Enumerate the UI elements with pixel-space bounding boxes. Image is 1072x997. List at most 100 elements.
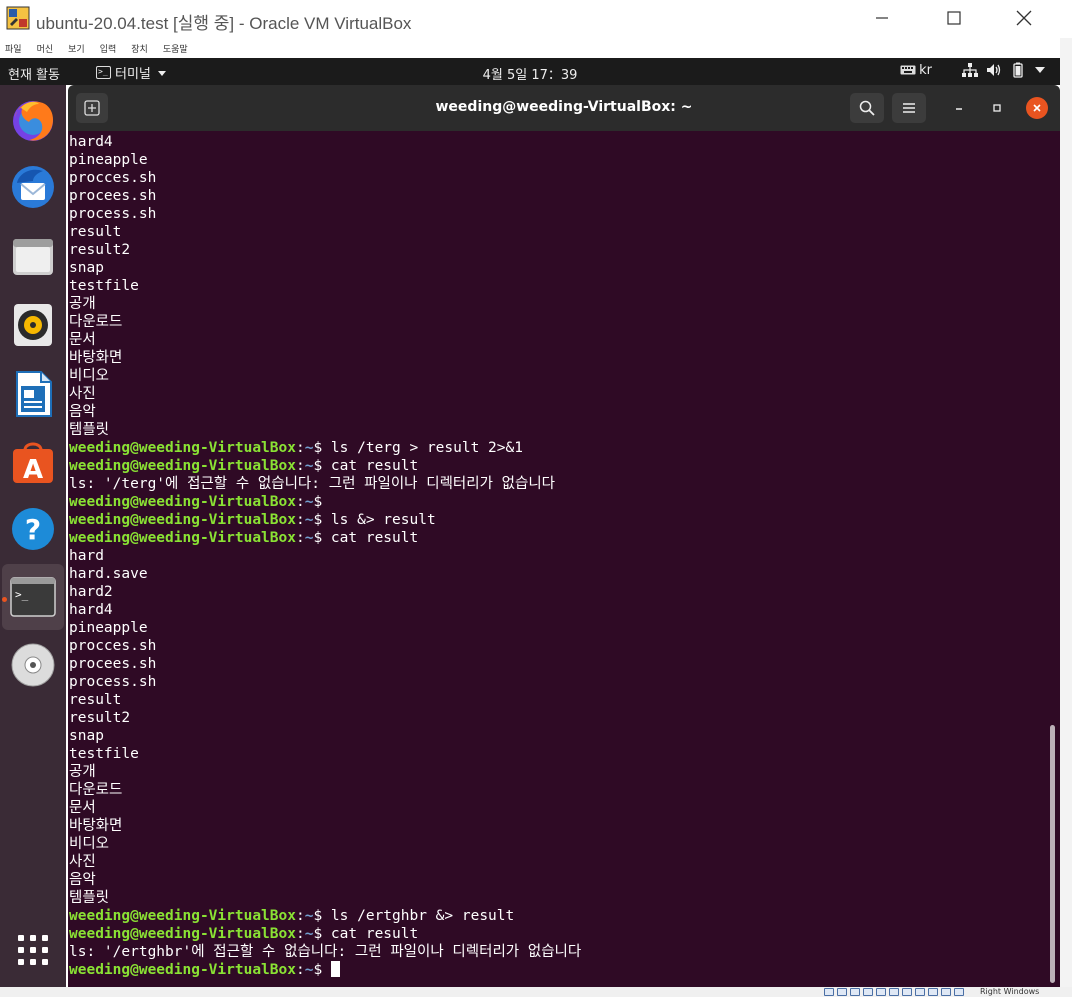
dock-rhythmbox[interactable] <box>0 292 66 358</box>
prompt-line: weeding@weeding-VirtualBox:~$ <box>69 493 1039 511</box>
output-line: 사진 <box>69 386 96 402</box>
dock-files[interactable] <box>0 224 66 290</box>
close-button[interactable] <box>994 0 1054 36</box>
prompt-separator: : <box>295 512 305 528</box>
cpu-status-icon[interactable] <box>928 988 938 996</box>
maximize-button[interactable] <box>924 0 984 36</box>
terminal-scrollbar[interactable] <box>1050 725 1055 983</box>
output-line: testfile <box>69 278 139 294</box>
host-window-edge <box>1060 38 1072 997</box>
dock-thunderbird[interactable] <box>0 154 66 220</box>
activities-button[interactable]: 현재 활동 <box>8 64 60 83</box>
search-button[interactable] <box>850 93 884 123</box>
show-applications-button[interactable] <box>0 917 66 983</box>
input-method-indicator[interactable]: kr <box>900 63 932 78</box>
terminal-minimize-button[interactable] <box>948 97 970 119</box>
audio-status-icon[interactable] <box>850 988 860 996</box>
clock[interactable]: 4월 5일 17：39 <box>483 68 578 83</box>
menu-input[interactable]: 입력 <box>100 42 117 55</box>
terminal-maximize-button[interactable] <box>986 97 1008 119</box>
battery-icon[interactable] <box>1010 62 1026 78</box>
app-menu[interactable]: >_ 터미널 <box>96 63 168 82</box>
output-line: snap <box>69 260 104 276</box>
network-icon[interactable] <box>962 63 978 77</box>
output-line: procees.sh <box>69 188 157 204</box>
dock-dvd[interactable] <box>0 632 66 698</box>
output-line: process.sh <box>69 206 157 222</box>
output-line: 문서 <box>69 332 96 348</box>
output-line: 문서 <box>69 800 96 816</box>
menu-machine[interactable]: 머신 <box>37 42 54 55</box>
vbox-status-icons <box>824 988 964 996</box>
output-line: snap <box>69 728 104 744</box>
mouse-status-icon[interactable] <box>941 988 951 996</box>
terminal-view[interactable]: hard4 pineapple procces.sh procees.sh proces… <box>68 131 1060 987</box>
maximize-icon <box>993 104 1001 112</box>
terminal-app-icon: >_ <box>96 66 111 79</box>
output-line: 템플릿 <box>69 422 110 438</box>
menu-help[interactable]: 도움말 <box>163 42 188 55</box>
prompt-symbol: $ <box>313 908 331 924</box>
prompt-symbol: $ <box>313 530 331 546</box>
system-tray[interactable]: kr <box>900 62 1046 78</box>
network-status-icon[interactable] <box>863 988 873 996</box>
active-prompt-line: weeding@weeding-VirtualBox:~$ <box>69 961 1039 979</box>
prompt-user: weeding@weeding-VirtualBox <box>69 440 296 456</box>
close-icon <box>1016 10 1032 26</box>
output-line: 바탕화면 <box>69 818 123 834</box>
prompt-line: weeding@weeding-VirtualBox:~$ ls /ertghb… <box>69 907 1039 925</box>
dock-writer[interactable] <box>0 361 66 427</box>
rhythmbox-icon <box>14 304 52 346</box>
output-line: 템플릿 <box>69 890 110 906</box>
prompt-user: weeding@weeding-VirtualBox <box>69 962 296 978</box>
shared-folder-status-icon[interactable] <box>889 988 899 996</box>
prompt-separator: : <box>295 530 305 546</box>
prompt-line: weeding@weeding-VirtualBox:~$ ls &> resu… <box>69 511 1039 529</box>
hamburger-menu-button[interactable] <box>892 93 926 123</box>
ubuntu-software-icon: A <box>13 442 53 485</box>
recording-status-icon[interactable] <box>915 988 925 996</box>
prompt-separator: : <box>295 962 305 978</box>
dock-terminal[interactable]: >_ <box>2 564 64 630</box>
prompt-user: weeding@weeding-VirtualBox <box>69 494 296 510</box>
menu-devices[interactable]: 장치 <box>131 42 148 55</box>
output-line: result <box>69 224 122 240</box>
prompt-separator: : <box>295 908 305 924</box>
minimize-button[interactable] <box>852 0 912 36</box>
keyboard-status-icon[interactable] <box>954 988 964 996</box>
optical-status-icon[interactable] <box>837 988 847 996</box>
output-line: 음악 <box>69 404 96 420</box>
vbox-menubar: 파일 머신 보기 입력 장치 도움말 <box>0 38 1060 58</box>
dock-help[interactable]: ? <box>0 496 66 562</box>
maximize-icon <box>947 11 961 25</box>
volume-icon[interactable] <box>986 63 1002 77</box>
command-text: ls /ertghbr &> result <box>330 908 515 924</box>
output-line: ls: '/terg'에 접근할 수 없습니다: 그런 파일이나 디렉터리가 없… <box>69 476 556 492</box>
usb-status-icon[interactable] <box>876 988 886 996</box>
menu-view[interactable]: 보기 <box>68 42 85 55</box>
prompt-line: weeding@weeding-VirtualBox:~$ cat result <box>69 457 1039 475</box>
prompt-separator: : <box>295 440 305 456</box>
command-text: cat result <box>330 530 419 546</box>
prompt-separator: : <box>295 926 305 942</box>
output-line: hard <box>69 548 104 564</box>
hdd-status-icon[interactable] <box>824 988 834 996</box>
minimize-icon <box>956 108 962 110</box>
terminal-close-button[interactable] <box>1026 97 1048 119</box>
output-line: pineapple <box>69 152 148 168</box>
writer-icon <box>16 371 52 417</box>
prompt-separator: : <box>295 458 305 474</box>
output-line: hard4 <box>69 602 113 618</box>
menu-file[interactable]: 파일 <box>5 42 22 55</box>
window-title: ubuntu-20.04.test [실행 중] - Oracle VM Vir… <box>36 14 412 33</box>
svg-text:>_: >_ <box>15 588 29 601</box>
dock: A ? >_ <box>0 85 66 997</box>
svg-text:?: ? <box>25 513 41 546</box>
new-tab-button[interactable] <box>76 93 108 123</box>
display-status-icon[interactable] <box>902 988 912 996</box>
system-menu-chevron-icon[interactable] <box>1034 65 1046 75</box>
keyboard-icon <box>900 65 916 75</box>
hamburger-icon <box>903 103 915 113</box>
dock-firefox[interactable] <box>0 87 66 153</box>
dock-ubuntu-software[interactable]: A <box>0 429 66 495</box>
